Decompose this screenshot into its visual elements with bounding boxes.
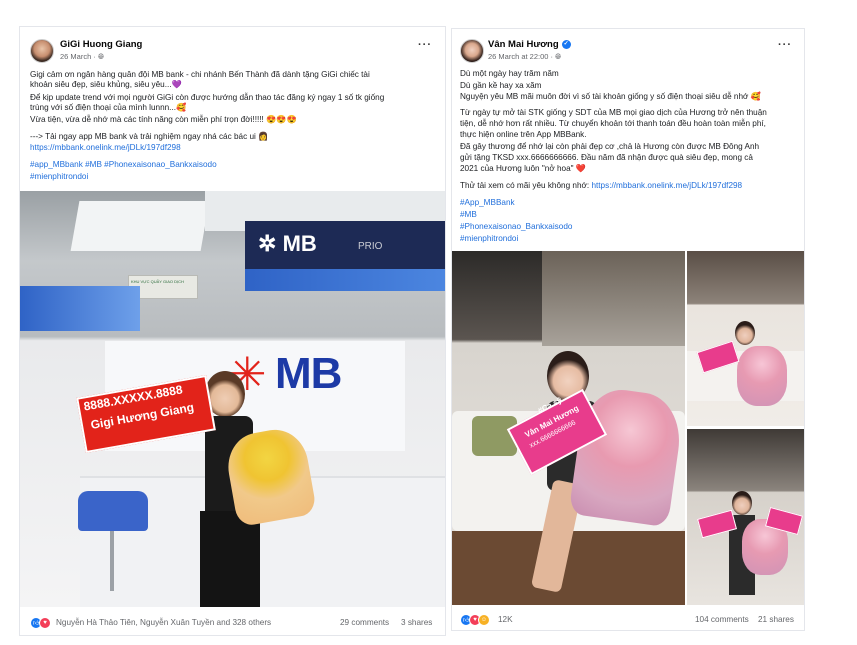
post-date[interactable]: 26 March at 22:00 · 🌐︎ [488,52,561,62]
post-text-line: 2021 của Hương luôn "nở hoa" ❤️ [460,164,587,173]
more-icon[interactable]: ··· [418,39,432,51]
chair [78,491,148,531]
post-van-mai-huong: Vân Mai Hương ✓ 26 March at 22:00 · 🌐︎ ··… [451,28,805,631]
comments-count[interactable]: 29 comments [340,618,389,627]
post-link[interactable]: https://mbbank.onelink.me/jDLk/197df298 [591,181,742,190]
post-date-text: 26 March [60,52,92,61]
kiosk-sign-text: KHU VỰC QUẦY GIAO DỊCH [131,279,184,284]
hashtags[interactable]: #app_MBbank #MB #Phonexaisonao_Bankxaiso… [30,160,217,169]
post-text-line: Gigi cảm ơn ngân hàng quân đội MB bank -… [30,70,370,79]
post-text-line: gửi tặng TKSD xxx.6666666666. Đầu năm đã… [460,153,753,162]
post-text-line: tiện, dễ nhớ hơn rất nhiều. Từ chuyển kh… [460,119,766,128]
hashtag-mienphitrondoi[interactable]: #mienphitrondoi [30,172,88,181]
person-skirt [200,511,260,607]
verified-badge-icon: ✓ [561,39,571,49]
hashtag-mienphitrondoi[interactable]: #mienphitrondoi [460,234,518,243]
post-text-line: Vừa tiện, vừa dễ nhớ mà các tính năng cò… [30,115,297,124]
post-gigi: GiGi Huong Giang 26 March · 🌐︎ ··· Gigi … [19,26,446,636]
chair-leg [110,531,114,591]
mb-sign-logo: ✲ MB [258,231,317,257]
person-head [732,491,752,515]
shares-count[interactable]: 21 shares [758,615,794,624]
hashtag-mb[interactable]: #MB [460,210,477,219]
author-name[interactable]: Vân Mai Hương ✓ [488,39,571,50]
post-text-line: thực hiện online trên App MBBank. [460,130,587,139]
haha-reaction-icon: ☺ [478,614,490,626]
author-name-text: Vân Mai Hương [488,39,559,50]
post-text-line: Để kịp update trend với mọi người GiGi c… [30,93,385,102]
more-icon[interactable]: ··· [778,39,792,51]
bouquet [737,346,787,406]
person-head [735,321,755,345]
reactors-list[interactable]: Nguyễn Hà Thảo Tiên, Nguyễn Xuân Tuyền a… [56,618,271,627]
post-try-line: Thử tải xem có mãi yêu không nhớ: https:… [460,181,742,191]
love-reaction-icon: ♥ [39,617,51,629]
post-photo-side-1[interactable] [687,251,804,426]
sign-mb-text: MB [282,231,317,256]
post-link[interactable]: https://mbbank.onelink.me/jDLk/197df298 [30,143,181,152]
post-photo-side-2[interactable] [687,429,804,605]
blue-pillar [20,286,140,331]
post-text-line: Dù một ngày hay trăm năm [460,69,559,78]
post-photo[interactable]: ✲ MB PRIO KHU VỰC QUẦY GIAO DỊCH ✳ MB 88… [20,191,445,607]
post-text-line: Dù gần kề hay xa xăm [460,81,542,90]
window-city [542,251,685,346]
author-name[interactable]: GiGi Huong Giang [60,39,142,50]
wall-mb-logo: MB [275,349,342,398]
ceiling-light-panel [70,201,210,251]
post-text-line: khoản siêu đẹp, siêu khủng, siêu yêu...💜 [30,80,182,89]
shares-count[interactable]: 3 shares [401,618,432,627]
star-logo-icon: ✲ [258,231,277,256]
hashtag-phonexaisonao[interactable]: #Phonexaisonao_Bankxaisodo [460,222,572,231]
reactions[interactable]: 👍︎ ♥ [30,617,51,629]
post-photo-main[interactable]: #Ca sỹ Vân Mai Hương xxx.6666666666 [452,251,685,605]
sign-blue-strip [245,269,445,291]
post-date-text: 26 March at 22:00 [488,52,549,61]
post-text-line: Từ ngày tự mở tài STK giống y SDT của MB… [460,108,767,117]
globe-icon: 🌐︎ [97,52,104,61]
post-text-line: Đã gây thương để nhớ lại còn phải đẹp cơ… [460,142,760,151]
hashtag-app-mbbank[interactable]: #App_MBBank [460,198,515,207]
author-avatar[interactable] [460,39,484,63]
reactions[interactable]: 👍︎ ♥ ☺ [460,614,490,626]
post-text-line: trùng với số điện thoại của mình lunnn..… [30,103,187,112]
author-avatar[interactable] [30,39,54,63]
try-prefix: Thử tải xem có mãi yêu không nhớ: [460,181,592,190]
post-cta-line: ---> Tải ngay app MB bank và trải nghiệm… [30,132,269,141]
post-date[interactable]: 26 March · 🌐︎ [60,52,104,62]
reactions-count[interactable]: 12K [498,615,513,624]
comments-count[interactable]: 104 comments [695,615,749,624]
globe-icon: 🌐︎ [555,52,562,61]
post-text-line: Nguyện yêu MB mãi muôn đời vì số tài kho… [460,92,761,101]
sign-prio-text: PRIO [358,241,383,252]
